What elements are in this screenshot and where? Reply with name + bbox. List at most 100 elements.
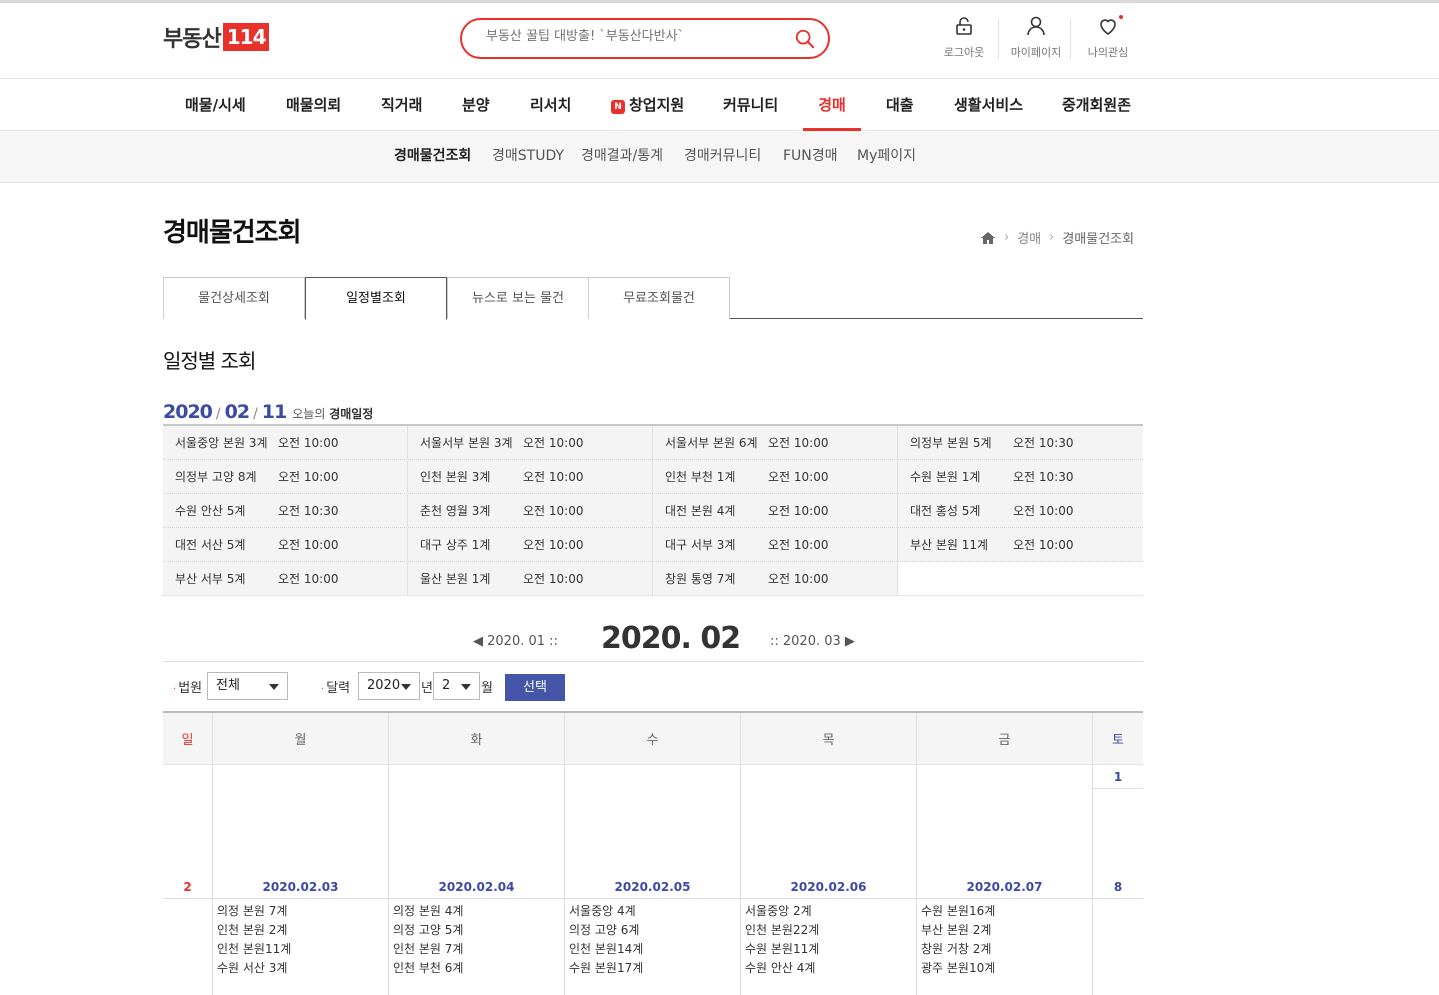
logout-button[interactable]: 로그아웃: [929, 14, 999, 60]
event-item[interactable]: 수원 본원11계: [745, 940, 916, 959]
schedule-cell[interactable]: 의정부 고양 8계 오전 10:00: [163, 460, 408, 493]
auction-time: 오전 10:00: [1013, 504, 1074, 518]
event-item[interactable]: 의정 본원 7계: [217, 902, 388, 921]
tab-detail[interactable]: 물건상세조회: [163, 277, 305, 319]
tab-free[interactable]: 무료조회물건: [588, 277, 730, 319]
day-number[interactable]: 8: [1093, 875, 1143, 899]
day-date-link[interactable]: 2020.02.07: [917, 875, 1092, 899]
day-date-link[interactable]: 2020.02.05: [565, 875, 740, 899]
tab-news[interactable]: 뉴스로 보는 물건: [447, 277, 589, 319]
schedule-cell[interactable]: 대구 상주 1계 오전 10:00: [408, 528, 653, 561]
prev-month-link[interactable]: ◀ 2020. 01 ::: [473, 634, 558, 649]
event-item[interactable]: 인천 본원 7계: [393, 940, 564, 959]
nav-item[interactable]: 생활서비스: [954, 79, 1023, 131]
schedule-cell[interactable]: 수원 안산 5계 오전 10:30: [163, 494, 408, 527]
select-button[interactable]: 선택: [505, 674, 565, 701]
schedule-cell-empty: [898, 562, 1143, 595]
nav-item-active[interactable]: 경매: [803, 79, 861, 131]
court-name: 수원 본원 1계: [910, 470, 981, 484]
schedule-cell[interactable]: 대전 홍성 5계 오전 10:00: [898, 494, 1143, 527]
sub-nav-item[interactable]: 경매STUDY: [492, 131, 564, 183]
schedule-cell[interactable]: 의정부 본원 5계 오전 10:30: [898, 426, 1143, 459]
day-date-link[interactable]: 2020.02.03: [213, 875, 388, 899]
event-item[interactable]: 수원 안산 4계: [745, 959, 916, 978]
sub-nav-item[interactable]: My페이지: [857, 131, 916, 183]
auction-time: 오전 10:00: [768, 504, 829, 518]
schedule-cell[interactable]: 울산 본원 1계 오전 10:00: [408, 562, 653, 595]
search-icon[interactable]: [794, 28, 816, 50]
event-item[interactable]: 창원 거창 2계: [921, 940, 1092, 959]
nav-item[interactable]: 중개회원존: [1062, 79, 1131, 131]
schedule-cell[interactable]: 인천 본원 3계 오전 10:00: [408, 460, 653, 493]
mypage-button[interactable]: 마이페이지: [1001, 14, 1071, 60]
nav-item[interactable]: 커뮤니티: [723, 79, 778, 131]
auction-time: 오전 10:00: [278, 538, 339, 552]
court-name: 수원 안산 5계: [175, 504, 246, 518]
schedule-cell[interactable]: 부산 본원 11계 오전 10:00: [898, 528, 1143, 561]
home-icon[interactable]: [980, 231, 996, 245]
sub-nav-item[interactable]: FUN경매: [783, 131, 838, 183]
event-item[interactable]: 인천 본원14계: [569, 940, 740, 959]
schedule-cell[interactable]: 대전 서산 5계 오전 10:00: [163, 528, 408, 561]
tab-schedule[interactable]: 일정별조회: [305, 277, 447, 320]
event-item[interactable]: 인천 부천 6계: [393, 959, 564, 978]
nav-item-startup[interactable]: N 창업지원: [611, 79, 684, 131]
court-name: 서울중앙 본원 3계: [175, 436, 268, 450]
nav-item[interactable]: 매물의뢰: [286, 79, 341, 131]
next-month-link[interactable]: :: 2020. 03 ▶: [770, 634, 855, 649]
sub-nav-item[interactable]: 경매커뮤니티: [684, 131, 761, 183]
schedule-cell[interactable]: 창원 통영 7계 오전 10:00: [653, 562, 898, 595]
schedule-cell[interactable]: 춘천 영월 3계 오전 10:00: [408, 494, 653, 527]
favorites-label: 나의관심: [1087, 46, 1129, 59]
month-select[interactable]: 2: [433, 672, 480, 700]
bullet-icon: ·: [321, 684, 325, 695]
court-label: · 법원: [173, 677, 202, 696]
schedule-cell[interactable]: 서울서부 본원 3계 오전 10:00: [408, 426, 653, 459]
nav-item[interactable]: 대출: [886, 79, 914, 131]
schedule-cell[interactable]: 서울중앙 본원 3계 오전 10:00: [163, 426, 408, 459]
event-item[interactable]: 부산 본원 2계: [921, 921, 1092, 940]
event-item[interactable]: 인천 본원22계: [745, 921, 916, 940]
chevron-right-icon: ›: [1004, 230, 1010, 245]
schedule-row: 대전 서산 5계 오전 10:00 대구 상주 1계 오전 10:00 대구 서부 3계…: [163, 528, 1143, 562]
schedule-cell[interactable]: 수원 본원 1계 오전 10:30: [898, 460, 1143, 493]
calendar-cell-sat: 8: [1093, 875, 1143, 995]
schedule-cell[interactable]: 인천 부천 1계 오전 10:00: [653, 460, 898, 493]
nav-item[interactable]: 매물/시세: [185, 79, 246, 131]
day-date-link[interactable]: 2020.02.06: [741, 875, 916, 899]
nav-item[interactable]: 분양: [462, 79, 490, 131]
logo[interactable]: 부동산 114: [163, 20, 270, 54]
event-item[interactable]: 의정 본원 4계: [393, 902, 564, 921]
event-item[interactable]: 인천 본원11계: [217, 940, 388, 959]
year-select[interactable]: 2020: [358, 672, 420, 700]
search-input[interactable]: [486, 29, 786, 44]
weekday-thu: 목: [741, 713, 917, 764]
day-number[interactable]: 1: [1093, 765, 1143, 789]
nav-item[interactable]: 직거래: [381, 79, 422, 131]
schedule-cell[interactable]: 대구 서부 3계 오전 10:00: [653, 528, 898, 561]
event-item[interactable]: 서울중앙 4계: [569, 902, 740, 921]
schedule-cell[interactable]: 대전 본원 4계 오전 10:00: [653, 494, 898, 527]
event-item[interactable]: 광주 본원10계: [921, 959, 1092, 978]
court-name: 대구 서부 3계: [665, 538, 736, 552]
sub-nav-item-active[interactable]: 경매물건조회: [394, 131, 471, 183]
event-item[interactable]: 의정 고양 5계: [393, 921, 564, 940]
event-item[interactable]: 수원 서산 3계: [217, 959, 388, 978]
calendar-cell: 2020.02.05 서울중앙 4계 의정 고양 6계 인천 본원14계 수원 본원17…: [565, 875, 741, 995]
day-date-link[interactable]: 2020.02.04: [389, 875, 564, 899]
event-item[interactable]: 서울중앙 2계: [745, 902, 916, 921]
schedule-cell[interactable]: 부산 서부 5계 오전 10:00: [163, 562, 408, 595]
nav-item[interactable]: 리서치: [530, 79, 571, 131]
court-select[interactable]: 전체: [207, 672, 288, 700]
schedule-row: 서울중앙 본원 3계 오전 10:00 서울서부 본원 3계 오전 10:00 서울서부…: [163, 426, 1143, 460]
event-item[interactable]: 수원 본원17계: [569, 959, 740, 978]
favorites-button[interactable]: 나의관심: [1073, 14, 1143, 60]
day-number[interactable]: 2: [163, 875, 212, 899]
schedule-cell[interactable]: 서울서부 본원 6계 오전 10:00: [653, 426, 898, 459]
event-item[interactable]: 의정 고양 6계: [569, 921, 740, 940]
court-select-value: 전체: [216, 678, 240, 693]
sub-nav-item[interactable]: 경매결과/통계: [581, 131, 663, 183]
event-item[interactable]: 인천 본원 2계: [217, 921, 388, 940]
event-item[interactable]: 수원 본원16계: [921, 902, 1092, 921]
breadcrumb-item[interactable]: 경매: [1017, 228, 1041, 247]
